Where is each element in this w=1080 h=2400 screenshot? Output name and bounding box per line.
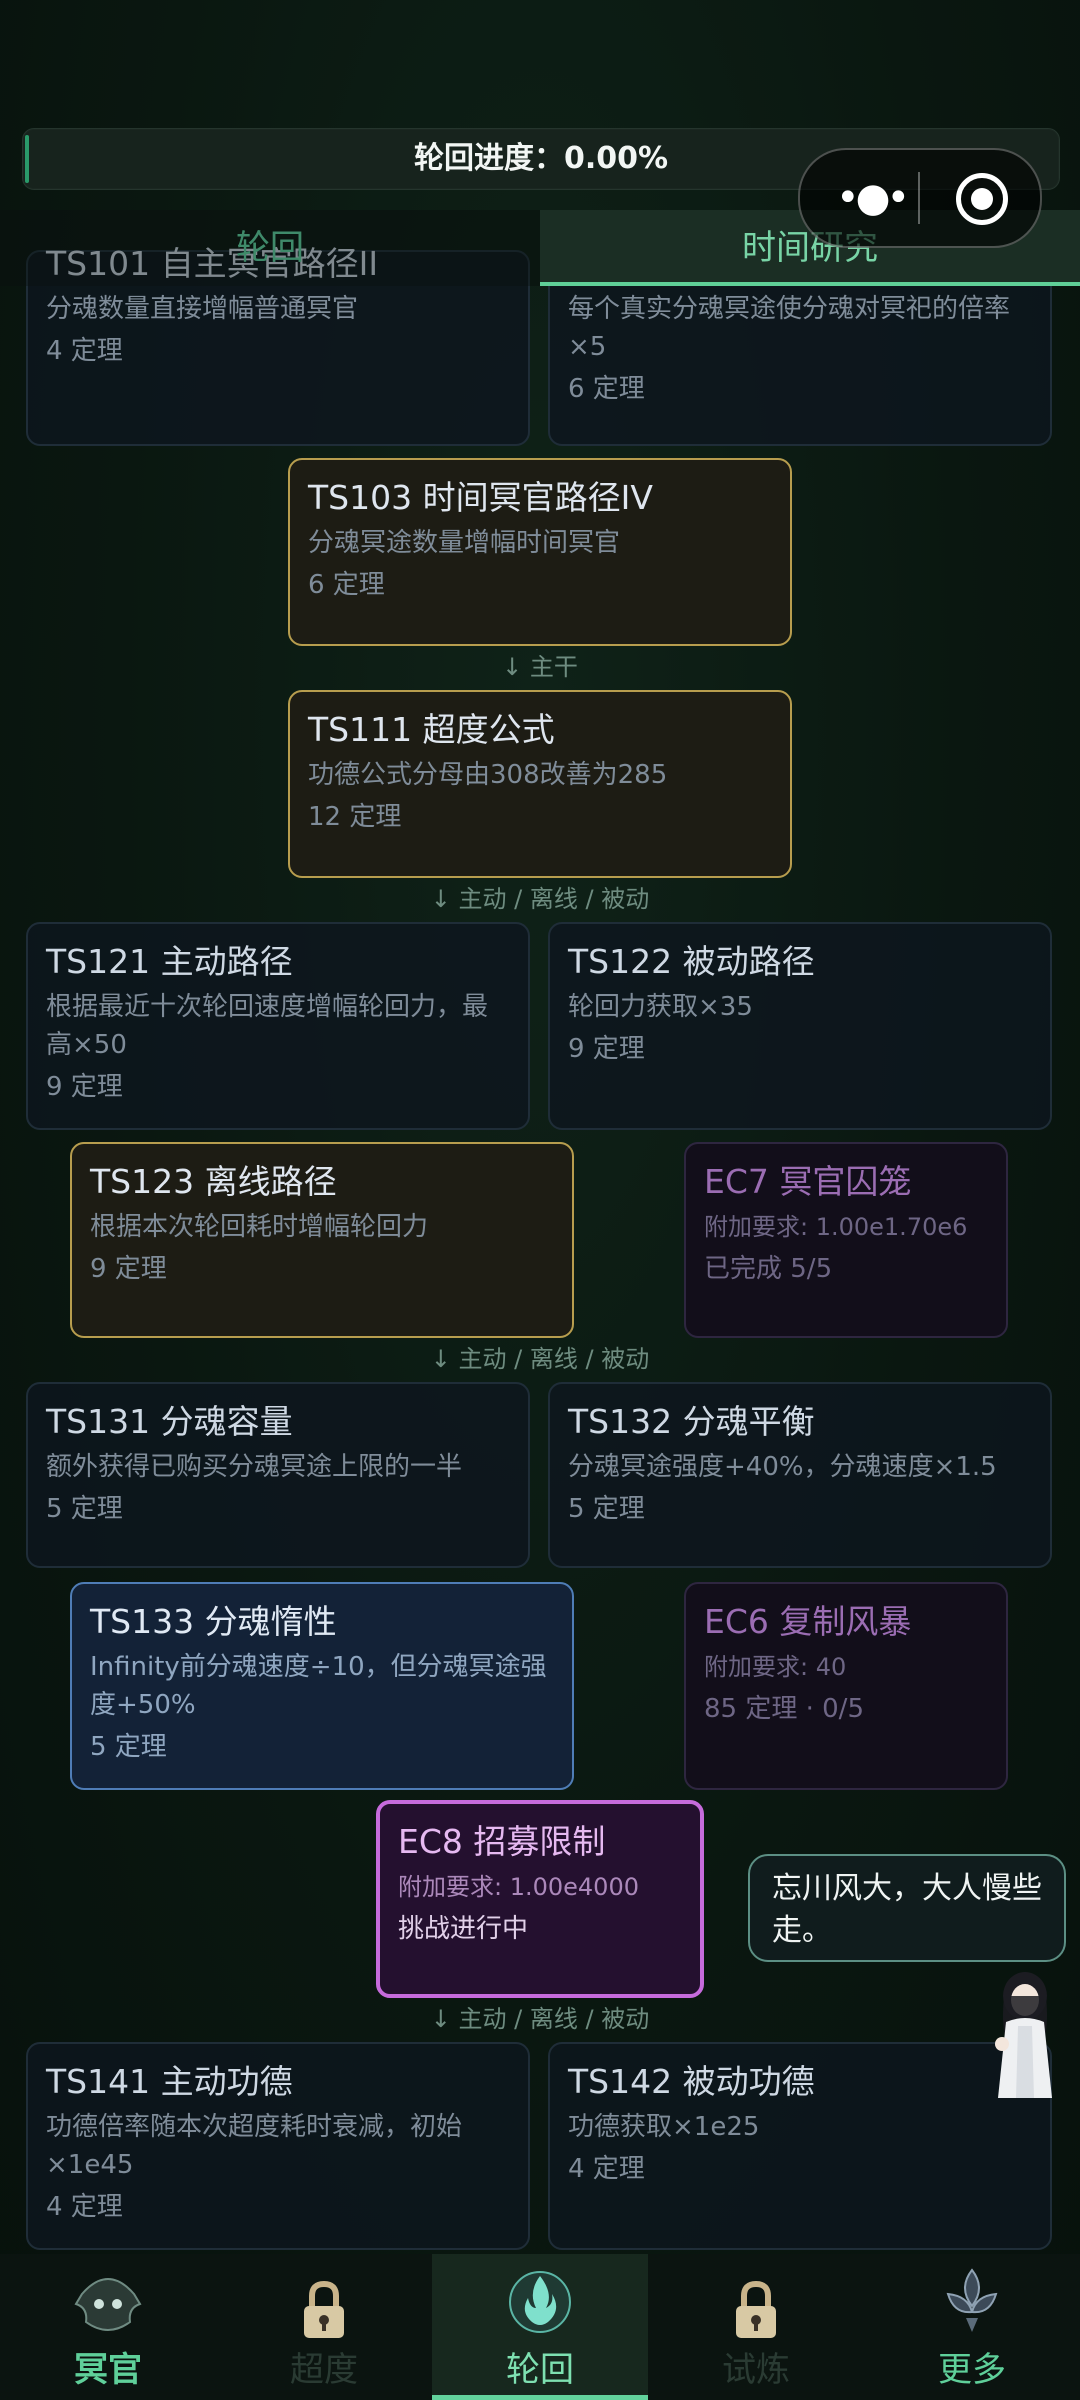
study-desc: 功德公式分母由308改善为285 — [308, 760, 668, 790]
challenge-requirement: 附加要求: 1.00e1.70e6 — [704, 1213, 968, 1241]
capsule-divider — [918, 172, 920, 224]
nav-label: 超度 — [290, 2350, 358, 2390]
bottom-nav: 冥官 超度 轮回 试炼 更多 — [0, 2254, 1080, 2400]
study-title: TS102 分魂冥途 — [568, 244, 815, 283]
study-card-ts132[interactable]: TS132 分魂平衡 分魂冥途强度+40%，分魂速度×1.5 5 定理 — [548, 1382, 1052, 1568]
study-desc: 分魂冥途强度+40%，分魂速度×1.5 — [568, 1452, 997, 1482]
study-title: TS111 超度公式 — [308, 710, 555, 749]
study-title: TS131 分魂容量 — [46, 1402, 293, 1441]
study-cost: 5 定理 — [90, 1732, 167, 1762]
study-desc: 分魂数量直接增幅普通冥官 — [46, 294, 359, 324]
nav-label: 冥官 — [74, 2350, 142, 2390]
study-cost: 12 定理 — [308, 802, 402, 832]
study-desc: 每个真实分魂冥途使分魂对冥祀的倍率×5 — [568, 294, 1011, 362]
study-desc: 根据最近十次轮回速度增幅轮回力，最高×50 — [46, 992, 489, 1060]
study-title: TS123 离线路径 — [90, 1162, 337, 1201]
challenge-requirement: 附加要求: 40 — [704, 1653, 847, 1681]
challenge-status: 85 定理 · 0/5 — [704, 1694, 864, 1724]
nav-label: 试炼 — [722, 2350, 790, 2390]
challenge-title: EC6 复制风暴 — [704, 1602, 912, 1641]
study-title: TS121 主动路径 — [46, 942, 293, 981]
nav-item-officials[interactable]: 冥官 — [0, 2254, 216, 2400]
challenge-card-ec8[interactable]: EC8 招募限制 附加要求: 1.00e4000 挑战进行中 — [376, 1800, 704, 1998]
study-card-ts133[interactable]: TS133 分魂惰性 Infinity前分魂速度÷10，但分魂冥途强度+50% … — [70, 1582, 574, 1790]
study-title: TS133 分魂惰性 — [90, 1602, 337, 1641]
challenge-title: EC8 招募限制 — [398, 1822, 606, 1861]
challenge-status: 已完成 5/5 — [704, 1254, 833, 1284]
study-cost: 9 定理 — [46, 1072, 123, 1102]
nav-item-salvation[interactable]: 超度 — [216, 2254, 432, 2400]
challenge-card-ec6[interactable]: EC6 复制风暴 附加要求: 40 85 定理 · 0/5 — [684, 1582, 1008, 1790]
study-title: TS132 分魂平衡 — [568, 1402, 815, 1441]
nav-label: 轮回 — [506, 2350, 574, 2390]
soul-flame-icon — [509, 2271, 571, 2333]
study-title: TS101 自主冥官路径II — [46, 244, 379, 283]
study-desc: 功德获取×1e25 — [568, 2112, 760, 2142]
study-cost: 4 定理 — [568, 2154, 645, 2184]
study-cost: 5 定理 — [46, 1494, 123, 1524]
challenge-requirement: 附加要求: 1.00e4000 — [398, 1873, 639, 1901]
companion-character[interactable] — [982, 1966, 1068, 2102]
study-cost: 6 定理 — [568, 374, 645, 404]
study-card-ts122[interactable]: TS122 被动路径 轮回力获取×35 9 定理 — [548, 922, 1052, 1130]
lotus-icon — [946, 2268, 998, 2332]
study-card-ts123[interactable]: TS123 离线路径 根据本次轮回耗时增幅轮回力 9 定理 — [70, 1142, 574, 1338]
nav-item-reincarnation[interactable]: 轮回 — [432, 2254, 648, 2400]
study-desc: Infinity前分魂速度÷10，但分魂冥途强度+50% — [90, 1652, 547, 1720]
study-card-ts103[interactable]: TS103 时间冥官路径IV 分魂冥途数量增幅时间冥官 6 定理 — [288, 458, 792, 646]
study-card-ts131[interactable]: TS131 分魂容量 额外获得已购买分魂冥途上限的一半 5 定理 — [26, 1382, 530, 1568]
connector-split: ↓ 主动 / 离线 / 被动 — [430, 1345, 650, 1373]
nav-item-trial[interactable]: 试炼 — [648, 2254, 864, 2400]
connector-split: ↓ 主动 / 离线 / 被动 — [430, 2005, 650, 2033]
study-cost: 9 定理 — [90, 1254, 167, 1284]
study-card-ts142[interactable]: TS142 被动功德 功德获取×1e25 4 定理 — [548, 2042, 1052, 2250]
study-card-ts111[interactable]: TS111 超度公式 功德公式分母由308改善为285 12 定理 — [288, 690, 792, 878]
study-card-ts102[interactable]: TS102 分魂冥途 每个真实分魂冥途使分魂对冥祀的倍率×5 6 定理 — [548, 244, 1052, 446]
miniprogram-capsule: •●• — [798, 148, 1042, 248]
study-title: TS141 主动功德 — [46, 2062, 293, 2101]
more-options-icon[interactable]: •●• — [836, 178, 910, 218]
study-cost: 9 定理 — [568, 1034, 645, 1064]
lock-icon — [304, 2280, 344, 2338]
nav-item-more[interactable]: 更多 — [864, 2254, 1080, 2400]
study-title: TS103 时间冥官路径IV — [308, 478, 653, 517]
study-title: TS142 被动功德 — [568, 2062, 815, 2101]
study-title: TS122 被动路径 — [568, 942, 815, 981]
study-desc: 轮回力获取×35 — [568, 992, 753, 1022]
connector-main: ↓ 主干 — [502, 653, 578, 681]
study-card-ts141[interactable]: TS141 主动功德 功德倍率随本次超度耗时衰减，初始×1e45 4 定理 — [26, 2042, 530, 2250]
study-desc: 额外获得已购买分魂冥途上限的一半 — [46, 1452, 463, 1482]
challenge-card-ec7[interactable]: EC7 冥官囚笼 附加要求: 1.00e1.70e6 已完成 5/5 — [684, 1142, 1008, 1338]
ghost-mask-icon — [74, 2278, 142, 2331]
challenge-status: 挑战进行中 — [398, 1914, 529, 1944]
lock-icon — [736, 2280, 776, 2338]
study-cost: 4 定理 — [46, 2192, 123, 2222]
study-card-ts121[interactable]: TS121 主动路径 根据最近十次轮回速度增幅轮回力，最高×50 9 定理 — [26, 922, 530, 1130]
connector-split: ↓ 主动 / 离线 / 被动 — [430, 885, 650, 913]
study-cost: 5 定理 — [568, 1494, 645, 1524]
speech-bubble: 忘川风大，大人慢些走。 — [748, 1854, 1066, 1962]
study-cost: 4 定理 — [46, 336, 123, 366]
nav-label: 更多 — [938, 2350, 1006, 2390]
study-desc: 功德倍率随本次超度耗时衰减，初始×1e45 — [46, 2112, 463, 2180]
study-desc: 分魂冥途数量增幅时间冥官 — [308, 528, 621, 558]
study-card-ts101[interactable]: TS101 自主冥官路径II 分魂数量直接增幅普通冥官 4 定理 — [26, 244, 530, 446]
close-target-icon[interactable] — [956, 173, 1008, 225]
study-cost: 6 定理 — [308, 570, 385, 600]
study-desc: 根据本次轮回耗时增幅轮回力 — [90, 1212, 429, 1242]
challenge-title: EC7 冥官囚笼 — [704, 1162, 912, 1201]
